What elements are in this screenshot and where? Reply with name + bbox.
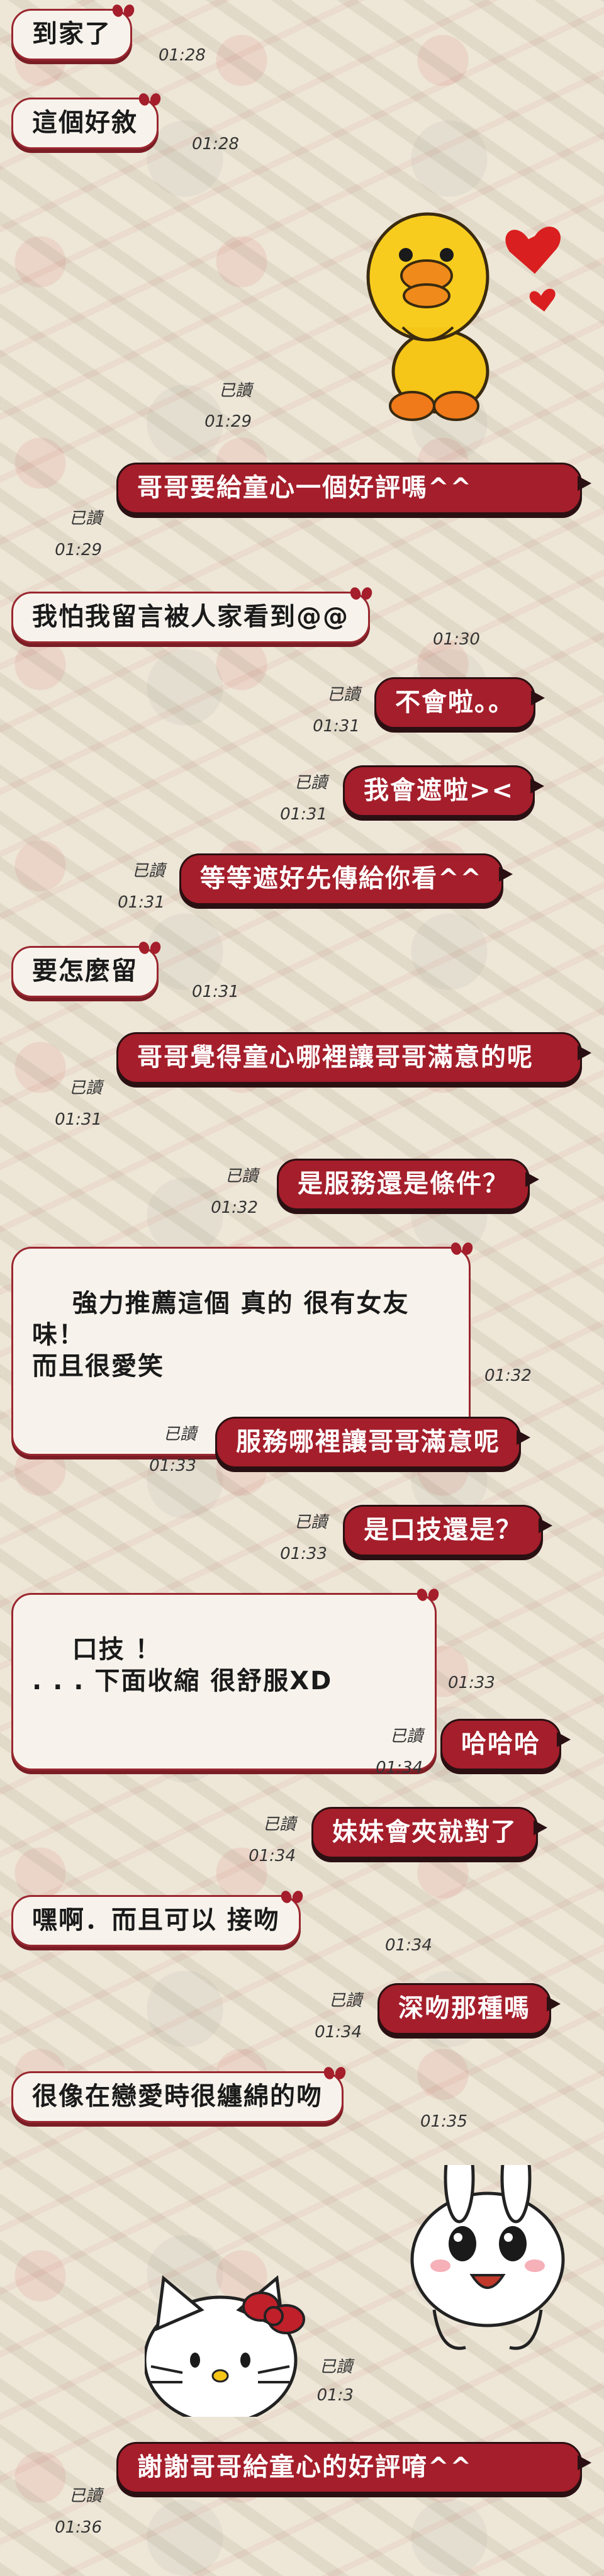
bubble-tail (539, 1518, 552, 1533)
message-text: 妹妹會夾就對了 (332, 1818, 517, 1847)
incoming-message[interactable]: 要怎麼留 (11, 946, 159, 998)
message-text: 很像在戀愛時很纏綿的吻 (32, 2082, 323, 2111)
bubble-tail (557, 1732, 571, 1747)
incoming-message[interactable]: 這個好敘 (11, 98, 159, 149)
read-receipt: 已讀 (69, 2487, 102, 2506)
bubble-tail (499, 867, 513, 882)
read-receipt: 已讀 (163, 1425, 196, 1444)
outgoing-message[interactable]: 是口技還是？ (343, 1505, 552, 1556)
message-text: 深吻那種嗎 (398, 1994, 530, 2023)
message-text: 到家了 (32, 20, 111, 48)
bubble-tail (547, 1996, 561, 2011)
message-text: 是口技還是？ (364, 1516, 522, 1544)
message-text: 哈哈哈 (461, 1730, 540, 1758)
bubble-tail (534, 1820, 547, 1835)
bow-icon (113, 4, 134, 20)
message-time: 01:28 (159, 46, 206, 65)
message-time: 01:31 (55, 1110, 102, 1129)
bubble-tail (578, 476, 591, 491)
read-receipt: 已讀 (319, 2358, 352, 2376)
bubble-tail (517, 1430, 530, 1445)
chat-view[interactable]: 到家了 01:28 這個好敘 01:28 已讀 01:29 已讀 01:29 哥… (0, 0, 604, 2576)
message-time: 01:34 (376, 1758, 423, 1777)
outgoing-message[interactable]: 哥哥覺得童心哪裡讓哥哥滿意的呢 (116, 1032, 591, 1084)
bow-icon (451, 1242, 473, 1257)
read-receipt: 已讀 (225, 1167, 258, 1186)
outgoing-message[interactable]: 深吻那種嗎 (378, 1983, 561, 2035)
kitty-cony-sticker[interactable] (143, 2132, 585, 2425)
outgoing-message[interactable]: 等等遮好先傳給你看^^ (179, 853, 513, 905)
message-time: 01:33 (280, 1544, 327, 1563)
message-text: 我會遮啦>< (364, 776, 515, 805)
incoming-message[interactable]: 我怕我留言被人家看到@@ (11, 592, 370, 643)
outgoing-message[interactable]: 哈哈哈 (440, 1719, 571, 1770)
bubble-tail (530, 779, 545, 794)
read-receipt: 已讀 (294, 773, 327, 792)
bubble-tail (578, 2455, 591, 2470)
message-text: 強力推薦這個 真的 很有女友味！ 而且很愛笑 (32, 1289, 410, 1381)
message-text: 謝謝哥哥給童心的好評唷^^ (137, 2453, 473, 2482)
message-time: 01:31 (313, 717, 360, 736)
message-time: 01:28 (192, 135, 239, 154)
bow-icon (281, 1891, 303, 1906)
message-time: 01:35 (420, 2112, 467, 2131)
message-time: 01:33 (149, 1456, 196, 1475)
bubble-tail (525, 1172, 539, 1187)
read-receipt: 已讀 (69, 509, 102, 528)
incoming-message[interactable]: 口技 ！ . . . 下面收縮 很舒服XD (11, 1593, 437, 1770)
message-text: 這個好敘 (32, 108, 138, 137)
message-time: 01:33 (448, 1673, 495, 1692)
outgoing-message[interactable]: 是服務還是條件？ (277, 1159, 539, 1210)
message-text: 哥哥覺得童心哪裡讓哥哥滿意的呢 (137, 1043, 534, 1072)
outgoing-message[interactable]: 不會啦。。 (374, 677, 545, 729)
message-time: 01:3 (316, 2386, 354, 2405)
bow-icon (417, 1589, 439, 1604)
read-receipt: 已讀 (327, 685, 360, 704)
message-time: 01:29 (55, 541, 102, 560)
outgoing-message[interactable]: 哥哥要給童心一個好評嗎^^ (116, 463, 591, 514)
message-time: 01:31 (118, 893, 165, 912)
bow-icon (139, 942, 160, 957)
read-receipt: 已讀 (69, 1079, 102, 1098)
message-text: 嘿啊．而且可以 接吻 (32, 1906, 280, 1935)
message-text: 哥哥要給童心一個好評嗎^^ (137, 473, 473, 502)
message-time: 01:30 (433, 630, 480, 649)
bow-icon (350, 587, 372, 602)
read-receipt: 已讀 (389, 1727, 423, 1746)
message-text: 是服務還是條件？ (298, 1169, 509, 1198)
read-receipt: 已讀 (328, 1991, 362, 2010)
outgoing-message[interactable]: 服務哪裡讓哥哥滿意呢 (215, 1417, 530, 1468)
message-time: 01:31 (192, 982, 239, 1001)
message-time: 01:31 (280, 805, 327, 824)
bow-icon (139, 93, 160, 108)
read-receipt: 已讀 (294, 1513, 327, 1532)
message-text: 口技 ！ . . . 下面收縮 很舒服XD (32, 1635, 333, 1696)
message-time: 01:32 (211, 1198, 258, 1217)
message-text: 要怎麼留 (32, 957, 138, 986)
read-receipt: 已讀 (218, 381, 252, 400)
message-time: 01:34 (315, 2023, 362, 2042)
read-receipt: 已讀 (131, 862, 165, 880)
bubble-tail (578, 1045, 591, 1060)
message-text: 我怕我留言被人家看到@@ (32, 602, 349, 631)
message-time: 01:29 (204, 412, 252, 431)
bow-icon (324, 2067, 345, 2082)
message-time: 01:32 (484, 1366, 532, 1385)
outgoing-message[interactable]: 妹妹會夾就對了 (311, 1807, 547, 1859)
message-text: 不會啦。。 (395, 688, 515, 717)
incoming-message[interactable]: 到家了 (11, 9, 132, 60)
message-time: 01:34 (249, 1847, 296, 1865)
bubble-tail (531, 690, 545, 706)
sally-duck-sticker[interactable] (352, 201, 585, 428)
outgoing-message[interactable]: 我會遮啦>< (343, 765, 545, 817)
message-text: 等等遮好先傳給你看^^ (200, 864, 483, 893)
message-time: 01:34 (385, 1936, 432, 1955)
message-text: 服務哪裡讓哥哥滿意呢 (236, 1427, 500, 1456)
outgoing-message[interactable]: 謝謝哥哥給童心的好評唷^^ (116, 2442, 591, 2494)
incoming-message[interactable]: 嘿啊．而且可以 接吻 (11, 1895, 301, 1947)
incoming-message[interactable]: 很像在戀愛時很纏綿的吻 (11, 2071, 344, 2123)
message-time: 01:36 (55, 2518, 102, 2537)
read-receipt: 已讀 (262, 1815, 296, 1834)
